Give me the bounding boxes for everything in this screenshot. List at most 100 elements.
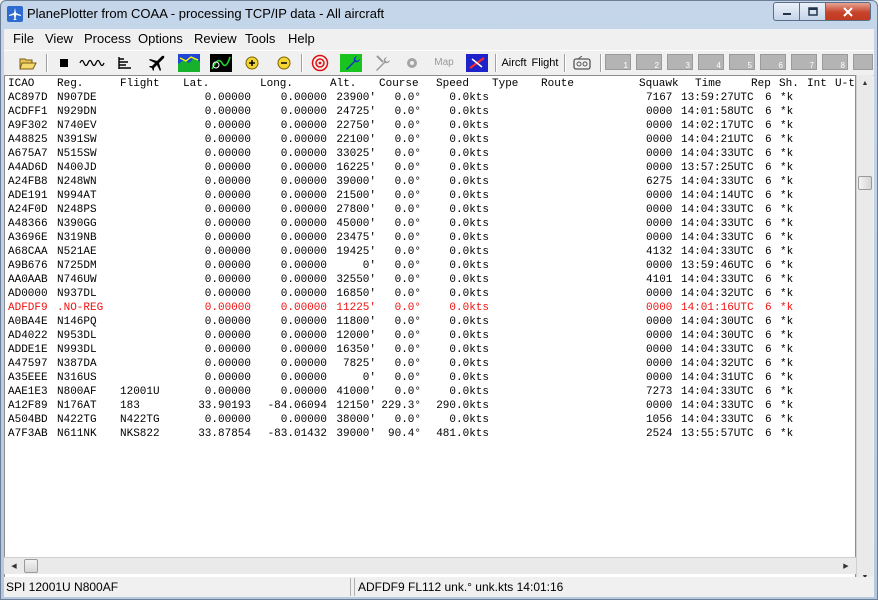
cell-squawk: 0000 xyxy=(646,372,673,384)
aircraft-row[interactable]: AAE1E3 N800AF 12001U 0.00000 0.00000 41000' 0.… xyxy=(5,385,855,399)
menu-help[interactable]: Help xyxy=(288,31,315,46)
col-type[interactable]: Type xyxy=(492,77,518,91)
view-8-button[interactable]: 8 xyxy=(822,54,848,70)
cell-flight: N422TG xyxy=(120,414,160,426)
radar-map-button[interactable] xyxy=(208,52,234,73)
col-speed[interactable]: Speed xyxy=(436,77,469,91)
col-icao[interactable]: ICAO xyxy=(8,77,34,91)
vertical-scrollbar[interactable]: ▲ ▼ xyxy=(856,75,873,587)
aircraft-row[interactable]: AD4022 N953DL 0.00000 0.00000 12000' 0.0° 0.0k… xyxy=(5,329,855,343)
bars-button[interactable] xyxy=(112,52,136,73)
aircraft-button[interactable] xyxy=(144,52,168,73)
view-1-button[interactable]: 1 xyxy=(605,54,631,70)
menu-options[interactable]: Options xyxy=(138,31,183,46)
aircraft-row[interactable]: ADFDF9 .NO-REG 0.00000 0.00000 11225' 0.0° 0.0… xyxy=(5,301,855,315)
cell-speed: 0.0kts xyxy=(449,344,489,356)
maximize-button[interactable] xyxy=(800,2,826,21)
aircraft-row[interactable]: A9B676 N725DM 0.00000 0.00000 0' 0.0° 0.0kts 00… xyxy=(5,259,855,273)
cell-icao: A24FB8 xyxy=(8,176,48,188)
aircraft-row[interactable]: A68CAA N521AE 0.00000 0.00000 19425' 0.0° 0.0k… xyxy=(5,245,855,259)
aircraft-row[interactable]: AC897D N907DE 0.00000 0.00000 23900' 0.0° 0.0k… xyxy=(5,91,855,105)
col-squawk[interactable]: Squawk xyxy=(639,77,679,91)
view-9-button[interactable] xyxy=(853,54,873,70)
aircraft-row[interactable]: A48366 N390GG 0.00000 0.00000 45000' 0.0° 0.0k… xyxy=(5,217,855,231)
minimize-button[interactable] xyxy=(773,2,800,21)
flight-list-button[interactable]: Flight xyxy=(531,52,559,73)
aircraft-row[interactable]: A35EEE N316US 0.00000 0.00000 0' 0.0° 0.0kts 00… xyxy=(5,371,855,385)
col-ut[interactable]: U-t xyxy=(835,77,855,91)
radio-button[interactable] xyxy=(570,52,594,73)
aircraft-row[interactable]: A24F0D N248PS 0.00000 0.00000 27800' 0.0° 0.0k… xyxy=(5,203,855,217)
map-button[interactable]: Map xyxy=(430,52,458,73)
aircraft-row[interactable]: A3696E N319NB 0.00000 0.00000 23475' 0.0° 0.0k… xyxy=(5,231,855,245)
cell-squawk: 0000 xyxy=(646,260,673,272)
col-int[interactable]: Int xyxy=(807,77,827,91)
col-flight[interactable]: Flight xyxy=(120,77,160,91)
col-course[interactable]: Course xyxy=(379,77,419,91)
menu-review[interactable]: Review xyxy=(194,31,237,46)
gear-button[interactable] xyxy=(402,52,422,73)
view-5-button[interactable]: 5 xyxy=(729,54,755,70)
col-sh[interactable]: Sh. xyxy=(779,77,799,91)
stop-button[interactable] xyxy=(54,52,74,73)
aircraft-row[interactable]: A24FB8 N248WN 0.00000 0.00000 39000' 0.0° 0.0k… xyxy=(5,175,855,189)
aircraft-row[interactable]: A7F3AB N611NK NKS822 33.87854 -83.01432 39000… xyxy=(5,427,855,441)
view-2-button[interactable]: 2 xyxy=(636,54,662,70)
close-button[interactable] xyxy=(826,2,871,21)
aircraft-row[interactable]: A504BD N422TG N422TG 0.00000 0.00000 38000' 0.… xyxy=(5,413,855,427)
menu-process[interactable]: Process xyxy=(84,31,131,46)
aircraft-list-button[interactable]: Aircft xyxy=(499,52,529,73)
col-route[interactable]: Route xyxy=(541,77,574,91)
cell-course: 0.0° xyxy=(394,232,421,244)
scroll-left-arrow-icon[interactable]: ◀ xyxy=(6,558,22,574)
map-chart-icon xyxy=(178,53,200,72)
menu-view[interactable]: View xyxy=(45,31,73,46)
cell-squawk: 0000 xyxy=(646,120,673,132)
tools-button[interactable] xyxy=(370,52,396,73)
aircraft-row[interactable]: ADE191 N994AT 0.00000 0.00000 21500' 0.0° 0.0k… xyxy=(5,189,855,203)
horizontal-scrollbar[interactable]: ◀ ▶ xyxy=(4,557,856,574)
settings-button[interactable] xyxy=(338,52,364,73)
signal-button[interactable] xyxy=(78,52,106,73)
col-lat[interactable]: Lat. xyxy=(183,77,209,91)
zoom-out-button[interactable] xyxy=(274,52,294,73)
view-6-button[interactable]: 6 xyxy=(760,54,786,70)
col-alt[interactable]: Alt. xyxy=(330,77,356,91)
aircraft-row[interactable]: AD0000 N937DL 0.00000 0.00000 16850' 0.0° 0.0k… xyxy=(5,287,855,301)
aircraft-row[interactable]: A48825 N391SW 0.00000 0.00000 22100' 0.0° 0.0k… xyxy=(5,133,855,147)
view-4-button[interactable]: 4 xyxy=(698,54,724,70)
menu-file[interactable]: File xyxy=(13,31,34,46)
aircraft-row[interactable]: A4AD6D N400JD 0.00000 0.00000 16225' 0.0° 0.0k… xyxy=(5,161,855,175)
horizontal-scroll-thumb[interactable] xyxy=(24,559,38,573)
col-reg[interactable]: Reg. xyxy=(57,77,83,91)
crossed-plane-button[interactable] xyxy=(464,52,490,73)
scroll-up-arrow-icon[interactable]: ▲ xyxy=(857,75,873,91)
view-3-button[interactable]: 3 xyxy=(667,54,693,70)
aircraft-row[interactable]: ACDFF1 N929DN 0.00000 0.00000 24725' 0.0° 0.0k… xyxy=(5,105,855,119)
cell-icao: A0BA4E xyxy=(8,316,48,328)
cell-reg: N740EV xyxy=(57,120,97,132)
col-time[interactable]: Time xyxy=(695,77,721,91)
aircraft-row[interactable]: A675A7 N515SW 0.00000 0.00000 33025' 0.0° 0.0k… xyxy=(5,147,855,161)
aircraft-row[interactable]: A0BA4E N146PQ 0.00000 0.00000 11800' 0.0° 0.0k… xyxy=(5,315,855,329)
aircraft-row[interactable]: ADDE1E N993DL 0.00000 0.00000 16350' 0.0° 0.0k… xyxy=(5,343,855,357)
target-button[interactable] xyxy=(308,52,332,73)
cell-course: 0.0° xyxy=(394,190,421,202)
title-bar[interactable]: PlanePlotter from COAA - processing TCP/… xyxy=(1,1,877,27)
cell-time: 14:04:33UTC xyxy=(681,400,754,412)
scroll-right-arrow-icon[interactable]: ▶ xyxy=(838,558,854,574)
zoom-in-button[interactable] xyxy=(242,52,262,73)
chart-map-button[interactable] xyxy=(176,52,202,73)
view-7-button[interactable]: 7 xyxy=(791,54,817,70)
open-button[interactable] xyxy=(16,52,40,73)
col-long[interactable]: Long. xyxy=(260,77,293,91)
aircraft-list[interactable]: ICAO Reg. Flight Lat. Long. Alt. Course … xyxy=(4,75,856,587)
aircraft-row[interactable]: AA0AAB N746UW 0.00000 0.00000 32550' 0.0° 0.0k… xyxy=(5,273,855,287)
col-rep[interactable]: Rep xyxy=(751,77,771,91)
aircraft-row[interactable]: A9F302 N740EV 0.00000 0.00000 22750' 0.0° 0.0k… xyxy=(5,119,855,133)
cell-alt: 16850' xyxy=(336,288,376,300)
aircraft-row[interactable]: A12F89 N176AT 183 33.90193 -84.06094 12150' 22… xyxy=(5,399,855,413)
aircraft-row[interactable]: A47597 N387DA 0.00000 0.00000 7825' 0.0° 0.0kt… xyxy=(5,357,855,371)
menu-tools[interactable]: Tools xyxy=(245,31,275,46)
vertical-scroll-thumb[interactable] xyxy=(858,176,872,190)
